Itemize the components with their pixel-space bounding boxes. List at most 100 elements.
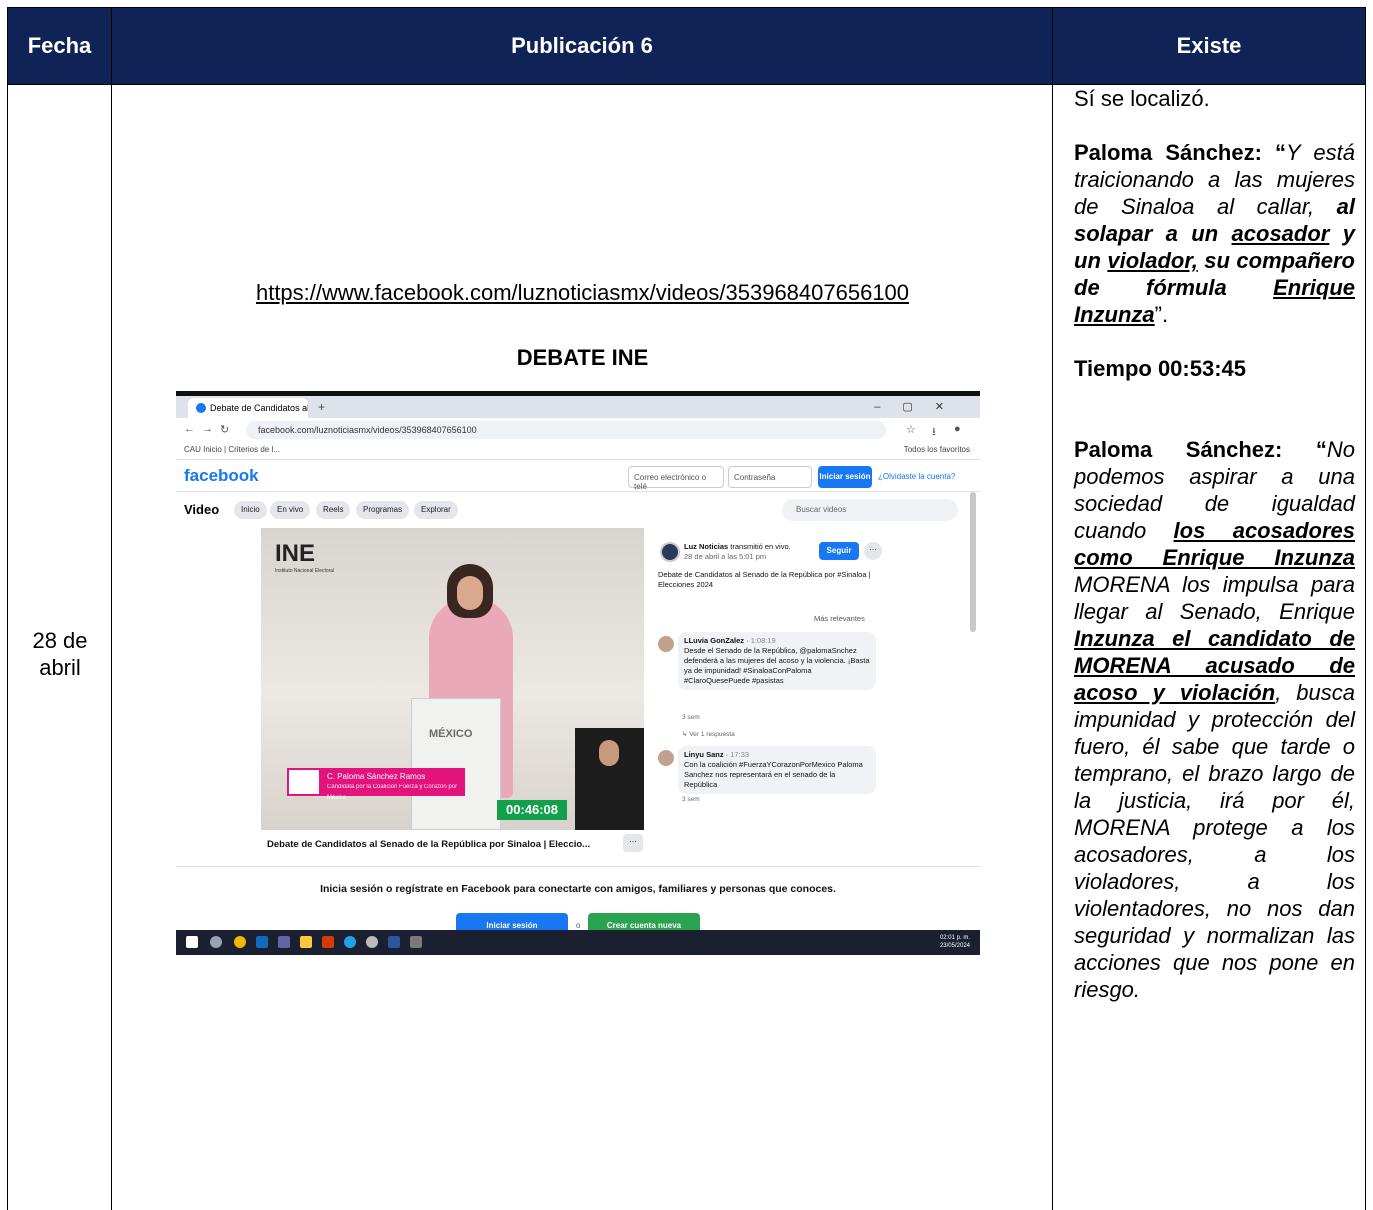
download-icon[interactable]: ⭳: [932, 423, 936, 442]
date-line-2: abril: [39, 655, 81, 680]
timestamp-text: Tiempo 00:53:45: [1074, 356, 1247, 381]
commenter-avatar[interactable]: [658, 750, 674, 766]
teams-icon[interactable]: [278, 936, 290, 948]
replies-label: Ver 1 respuesta: [689, 731, 735, 738]
post-sidebar: Luz Noticias transmitió en vivo. 28 de a…: [654, 528, 882, 858]
page-avatar[interactable]: [660, 542, 680, 562]
name-tag-subtitle: Candidata por la Coalición Fuerza y Cora…: [327, 784, 458, 801]
scrollbar[interactable]: [970, 492, 976, 632]
date-line-1: 28 de: [32, 628, 88, 653]
pill-programas[interactable]: Programas: [356, 501, 410, 519]
forward-icon[interactable]: →: [202, 423, 213, 435]
coalition-logo: [289, 770, 319, 794]
header-fecha: Fecha: [8, 8, 112, 85]
start-icon[interactable]: [186, 936, 198, 948]
post-header: Luz Noticias transmitió en vivo. 28 de a…: [684, 542, 804, 562]
chrome-icon[interactable]: [234, 936, 246, 948]
bookmarks-bar: CAU Inicio | Criterios de l... Todos los…: [176, 442, 980, 460]
acrobat-icon[interactable]: [322, 936, 334, 948]
podium: [411, 698, 501, 830]
pill-inicio[interactable]: Inicio: [234, 501, 267, 519]
date-text: 28 de abril: [8, 627, 112, 681]
reload-icon[interactable]: ↻: [220, 423, 229, 436]
comment-author[interactable]: Linyu Sanz: [684, 750, 724, 759]
video-timer: 00:46:08: [497, 800, 567, 820]
search-icon[interactable]: [210, 936, 222, 948]
browser-tab[interactable]: Debate de Candidatos al Sen: [188, 398, 308, 418]
sort-comments[interactable]: Más relevantes: [814, 614, 865, 623]
caption-more-button[interactable]: ···: [623, 834, 643, 852]
url-field[interactable]: facebook.com/luznoticiasmx/videos/353968…: [246, 421, 886, 439]
password-field[interactable]: Contraseña: [728, 466, 812, 488]
speaker-label: Paloma Sánchez:: [1074, 437, 1316, 462]
profile-icon[interactable]: ●: [954, 423, 961, 435]
comment-meta: 3 sem: [682, 714, 700, 721]
facebook-logo[interactable]: facebook: [184, 466, 259, 486]
window-controls[interactable]: –▢✕: [874, 400, 966, 413]
existe-text: Sí se localizó. Paloma Sánchez: “Y está …: [1053, 85, 1365, 1003]
browser-tab-bar: Debate de Candidatos al Sen + –▢✕: [176, 396, 980, 418]
clock-time: 02:01 p. m.: [939, 935, 970, 941]
facebook-favicon-icon: [196, 403, 206, 413]
video-caption: Debate de Candidatos al Senado de la Rep…: [267, 839, 591, 850]
pill-explorar[interactable]: Explorar: [414, 501, 458, 519]
comment-bubble: LLuvia GonZalez · 1:08:19 Desde el Senad…: [678, 632, 876, 690]
forgot-account-link[interactable]: ¿Olvidaste la cuenta?: [878, 472, 955, 481]
email-field[interactable]: Correo electrónico o telé: [628, 466, 724, 491]
comment-time[interactable]: 17:33: [730, 750, 749, 759]
outlook-icon[interactable]: [256, 936, 268, 948]
bookmarks-items[interactable]: CAU Inicio | Criterios de l...: [184, 445, 280, 454]
quote-emph-underline: acosador: [1231, 221, 1330, 246]
all-bookmarks[interactable]: Todos los favoritos: [904, 445, 970, 454]
settings-icon[interactable]: [366, 936, 378, 948]
new-tab-icon[interactable]: +: [318, 400, 325, 414]
quote-text: , busca impunidad y protección del fuero…: [1074, 680, 1356, 1002]
video-section-title: Video: [184, 502, 220, 517]
commenter-avatar[interactable]: [658, 636, 674, 652]
post-options-button[interactable]: ···: [864, 542, 882, 560]
post-text: Debate de Candidatos al Senado de la Rep…: [658, 570, 871, 589]
back-icon[interactable]: ←: [184, 423, 195, 435]
cell-fecha: 28 de abril: [8, 85, 112, 1210]
quote-emph-underline: violador,: [1107, 248, 1198, 273]
star-icon[interactable]: ☆: [906, 423, 916, 436]
comment-text: Desde el Senado de la República, @paloma…: [684, 646, 870, 685]
post-date[interactable]: 28 de abril a las 5:01 pm: [684, 552, 766, 561]
video-player[interactable]: INE Instituto Nacional Electoral MÉXICO …: [261, 528, 644, 830]
follow-button[interactable]: Seguir: [819, 542, 859, 560]
comment-time[interactable]: 1:08:19: [751, 636, 776, 645]
name-tag-text: C. Paloma Sánchez Ramos: [327, 772, 426, 781]
publication-subtitle: DEBATE INE: [516, 345, 649, 370]
speaker-label: Paloma Sánchez:: [1074, 140, 1276, 165]
speaker-face: [457, 576, 483, 610]
address-bar: ← → ↻ facebook.com/luznoticiasmx/videos/…: [176, 418, 980, 442]
login-button[interactable]: Iniciar sesión: [818, 466, 872, 488]
facebook-screenshot: Debate de Candidatos al Sen + –▢✕ ← → ↻ …: [176, 391, 980, 955]
explorer-icon[interactable]: [300, 936, 312, 948]
header-existe: Existe: [1053, 8, 1365, 85]
cell-existe: Sí se localizó. Paloma Sánchez: “Y está …: [1053, 85, 1365, 1210]
quote-close: ”.: [1154, 302, 1169, 327]
quote-2: Paloma Sánchez: “No podemos aspirar a un…: [1074, 436, 1355, 1003]
view-replies-link[interactable]: ↳ Ver 1 respuesta: [682, 730, 735, 738]
ine-logo: INE: [275, 540, 316, 567]
windows-taskbar: 02:01 p. m. 23/05/2024: [176, 930, 980, 955]
header-publicacion: Publicación 6: [112, 8, 1053, 85]
interpreter-face: [599, 740, 619, 766]
word-icon[interactable]: [388, 936, 400, 948]
comment-author[interactable]: LLuvia GonZalez: [684, 636, 744, 645]
app-icon[interactable]: [410, 936, 422, 948]
taskbar-clock[interactable]: 02:01 p. m. 23/05/2024: [940, 934, 970, 950]
facebook-header: facebook Correo electrónico o telé Contr…: [176, 460, 980, 492]
pill-en-vivo[interactable]: En vivo: [270, 501, 311, 519]
quote-open: “: [1275, 140, 1287, 165]
post-author[interactable]: Luz Noticias: [684, 542, 728, 551]
or-label: o: [576, 921, 581, 930]
edge-icon[interactable]: [344, 936, 356, 948]
publication-link[interactable]: https://www.facebook.com/luznoticiasmx/v…: [112, 280, 1053, 306]
post-action: transmitió en vivo.: [730, 542, 791, 551]
ine-logo-subtitle: Instituto Nacional Electoral: [275, 568, 335, 574]
video-search-input[interactable]: Buscar videos: [782, 499, 958, 521]
comment-meta: 3 sem: [682, 796, 700, 803]
pill-reels[interactable]: Reels: [316, 501, 351, 519]
